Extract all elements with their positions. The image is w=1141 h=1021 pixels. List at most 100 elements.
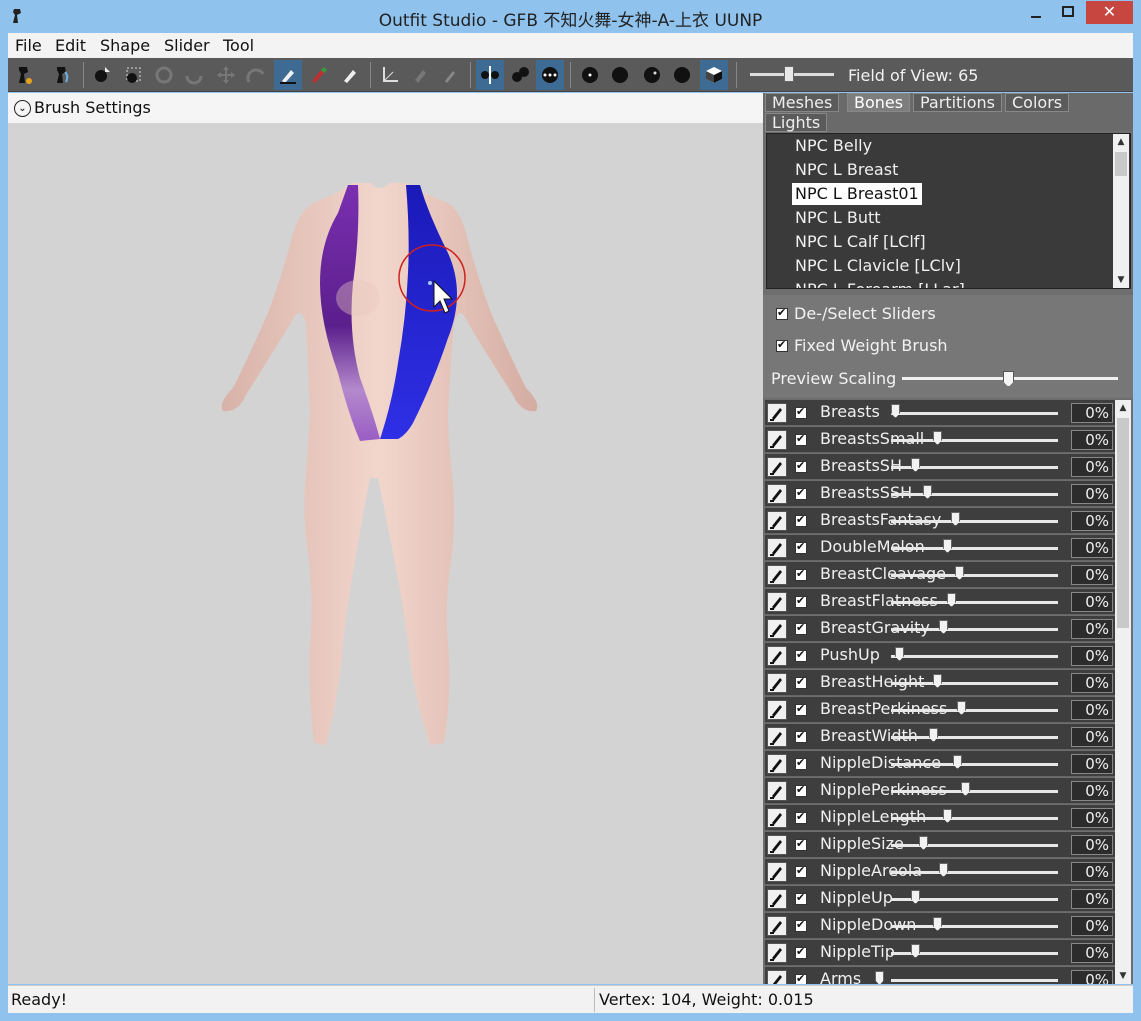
slider-track[interactable] bbox=[891, 574, 1058, 577]
minimize-button[interactable] bbox=[1021, 4, 1051, 26]
brush-settings-header[interactable]: ⌄ Brush Settings bbox=[8, 93, 763, 123]
slider-row[interactable]: BreastFlatness0% bbox=[765, 589, 1115, 615]
3d-viewport[interactable] bbox=[8, 123, 763, 984]
slider-thumb[interactable] bbox=[943, 539, 952, 553]
menu-edit[interactable]: Edit bbox=[55, 36, 86, 55]
edit-slider-icon[interactable] bbox=[767, 511, 787, 531]
deflate-brush-icon[interactable] bbox=[180, 60, 208, 90]
slider-thumb[interactable] bbox=[911, 944, 920, 958]
slider-track[interactable] bbox=[891, 547, 1058, 550]
lighting-icon[interactable] bbox=[638, 60, 666, 90]
slider-track[interactable] bbox=[891, 979, 1058, 982]
slider-checkbox[interactable] bbox=[795, 837, 807, 851]
scrollbar-thumb[interactable] bbox=[1115, 152, 1127, 176]
slider-track[interactable] bbox=[891, 736, 1058, 739]
slider-thumb[interactable] bbox=[923, 485, 932, 499]
slider-row[interactable]: NippleDown0% bbox=[765, 913, 1115, 939]
slider-row[interactable]: BreastHeight0% bbox=[765, 670, 1115, 696]
slider-track[interactable] bbox=[891, 682, 1058, 685]
bone-item[interactable]: NPC L Calf [LClf] bbox=[792, 231, 929, 253]
slider-value-field[interactable]: 0% bbox=[1071, 484, 1113, 504]
slider-track[interactable] bbox=[891, 439, 1058, 442]
edit-slider-icon[interactable] bbox=[767, 862, 787, 882]
slider-row[interactable]: NippleAreola0% bbox=[765, 859, 1115, 885]
slider-thumb[interactable] bbox=[953, 755, 962, 769]
slider-row[interactable]: NippleLength0% bbox=[765, 805, 1115, 831]
slider-value-field[interactable]: 0% bbox=[1071, 970, 1113, 984]
slider-checkbox[interactable] bbox=[795, 621, 807, 635]
slider-value-field[interactable]: 0% bbox=[1071, 727, 1113, 747]
slider-thumb[interactable] bbox=[933, 431, 942, 445]
slider-value-field[interactable]: 0% bbox=[1071, 565, 1113, 585]
slider-thumb[interactable] bbox=[943, 809, 952, 823]
slider-track[interactable] bbox=[891, 520, 1058, 523]
reference-icon[interactable] bbox=[48, 60, 76, 90]
slider-checkbox[interactable] bbox=[795, 594, 807, 608]
slider-value-field[interactable]: 0% bbox=[1071, 403, 1113, 423]
edit-slider-icon[interactable] bbox=[767, 430, 787, 450]
edit-slider-icon[interactable] bbox=[767, 484, 787, 504]
slider-row[interactable]: Arms 0% bbox=[765, 967, 1115, 984]
slider-row[interactable]: DoubleMelon0% bbox=[765, 535, 1115, 561]
slider-thumb[interactable] bbox=[957, 701, 966, 715]
weight-brush-icon[interactable] bbox=[274, 60, 302, 90]
slider-thumb[interactable] bbox=[933, 917, 942, 931]
slider-checkbox[interactable] bbox=[795, 945, 807, 959]
slider-row[interactable]: NippleUp 0% bbox=[765, 886, 1115, 912]
slider-track[interactable] bbox=[891, 601, 1058, 604]
edit-slider-icon[interactable] bbox=[767, 619, 787, 639]
slider-checkbox[interactable] bbox=[795, 972, 807, 984]
slider-row[interactable]: PushUp 0% bbox=[765, 643, 1115, 669]
color-brush-icon[interactable] bbox=[304, 60, 332, 90]
select-brush-icon[interactable] bbox=[88, 60, 116, 90]
bone-item[interactable]: NPC L Clavicle [LClv] bbox=[792, 255, 964, 277]
scroll-down-icon[interactable]: ▼ bbox=[1115, 968, 1131, 984]
slider-thumb[interactable] bbox=[961, 782, 970, 796]
inflate-brush-icon[interactable] bbox=[150, 60, 178, 90]
slider-value-field[interactable]: 0% bbox=[1071, 943, 1113, 963]
fixed-weight-brush-option[interactable]: Fixed Weight Brush bbox=[776, 336, 948, 355]
slider-row[interactable]: BreastGravity0% bbox=[765, 616, 1115, 642]
bone-item-selected[interactable]: NPC L Breast01 bbox=[792, 183, 922, 205]
edit-slider-icon[interactable] bbox=[767, 457, 787, 477]
slider-track[interactable] bbox=[891, 655, 1058, 658]
scroll-up-icon[interactable]: ▲ bbox=[1113, 134, 1129, 150]
slider-value-field[interactable]: 0% bbox=[1071, 457, 1113, 477]
slider-track[interactable] bbox=[891, 763, 1058, 766]
slider-row[interactable]: BreastsFantasy0% bbox=[765, 508, 1115, 534]
slider-checkbox[interactable] bbox=[795, 756, 807, 770]
slider-track[interactable] bbox=[891, 412, 1058, 415]
scroll-down-icon[interactable]: ▼ bbox=[1113, 272, 1129, 288]
edit-slider-icon[interactable] bbox=[767, 646, 787, 666]
transform-icon[interactable] bbox=[376, 60, 404, 90]
edit-slider-icon[interactable] bbox=[767, 808, 787, 828]
slider-checkbox[interactable] bbox=[795, 432, 807, 446]
slider-track[interactable] bbox=[891, 790, 1058, 793]
chevron-down-icon[interactable]: ⌄ bbox=[14, 100, 31, 117]
smooth-brush-icon[interactable] bbox=[242, 60, 270, 90]
slider-checkbox[interactable] bbox=[795, 702, 807, 716]
slider-value-field[interactable]: 0% bbox=[1071, 700, 1113, 720]
slider-value-field[interactable]: 0% bbox=[1071, 646, 1113, 666]
slider-row[interactable]: NippleSize0% bbox=[765, 832, 1115, 858]
edit-slider-icon[interactable] bbox=[767, 673, 787, 693]
edit-slider-icon[interactable] bbox=[767, 727, 787, 747]
slider-checkbox[interactable] bbox=[795, 891, 807, 905]
slider-checkbox[interactable] bbox=[795, 540, 807, 554]
slider-value-field[interactable]: 0% bbox=[1071, 781, 1113, 801]
edit-slider-icon[interactable] bbox=[767, 592, 787, 612]
slider-thumb[interactable] bbox=[919, 836, 928, 850]
bone-item[interactable]: NPC L Breast bbox=[792, 159, 901, 181]
slider-value-field[interactable]: 0% bbox=[1071, 592, 1113, 612]
slider-row[interactable]: BreastsSH 0% bbox=[765, 454, 1115, 480]
slider-value-field[interactable]: 0% bbox=[1071, 673, 1113, 693]
slider-row[interactable]: BreastCleavage0% bbox=[765, 562, 1115, 588]
edit-vertex-icon[interactable] bbox=[436, 60, 464, 90]
slider-row[interactable]: BreastPerkiness0% bbox=[765, 697, 1115, 723]
scroll-up-icon[interactable]: ▲ bbox=[1115, 400, 1131, 416]
x-mirror-icon[interactable] bbox=[476, 60, 504, 90]
field-of-view-slider-thumb[interactable] bbox=[784, 66, 794, 82]
slider-row[interactable]: NippleDistance0% bbox=[765, 751, 1115, 777]
maximize-button[interactable] bbox=[1052, 4, 1084, 26]
slider-checkbox[interactable] bbox=[795, 729, 807, 743]
